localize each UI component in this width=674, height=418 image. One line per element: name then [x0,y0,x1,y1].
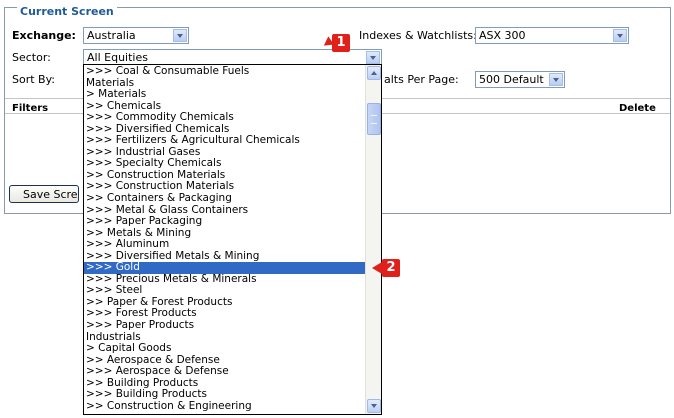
sort-label: Sort By: [12,73,56,86]
sector-value: All Equities [87,51,148,64]
chevron-down-icon[interactable] [173,29,187,42]
results-per-page-label: alts Per Page: [384,73,459,86]
dropdown-option[interactable]: > Materials [84,89,365,101]
chevron-down-icon[interactable] [366,51,380,64]
scroll-thumb[interactable] [367,103,381,135]
dropdown-option[interactable]: >> Containers & Packaging [84,192,365,205]
callout-badge-2: 2 [382,259,400,277]
exchange-select[interactable]: Australia [83,27,189,44]
indexes-value: ASX 300 [479,29,526,42]
dropdown-option[interactable]: >>> Commodity Chemicals [84,112,365,124]
callout-badge-1: 1 [332,34,350,52]
save-screen-label: Save Screen [23,188,78,201]
results-per-page-value: 500 Default [479,73,544,86]
dropdown-scrollbar[interactable] [365,65,381,414]
exchange-label: Exchange: [12,29,76,42]
indexes-label: Indexes & Watchlists: [359,29,477,42]
save-screen-button[interactable]: Save Screen [9,185,79,203]
dropdown-option[interactable]: >> Construction & Engineering [84,400,365,413]
sector-dropdown-list[interactable]: >>> Coal & Consumable Fuels Materials > Ma… [83,64,382,415]
filters-label: Filters [12,103,49,114]
chevron-down-icon[interactable] [613,29,627,42]
dropdown-option[interactable]: >>> Coal & Consumable Fuels [84,65,365,78]
delete-label: Delete [619,103,656,114]
results-per-page-select[interactable]: 500 Default [475,71,565,88]
scroll-down-icon[interactable] [367,399,381,413]
callout-arrow-icon [372,262,382,274]
sector-label: Sector: [12,51,51,64]
dropdown-option[interactable]: >>> Paper Packaging [84,216,365,228]
scroll-up-icon[interactable] [367,66,381,80]
exchange-value: Australia [87,29,136,42]
panel-title: Current Screen [17,6,117,18]
dropdown-options: >>> Coal & Consumable Fuels Materials > Ma… [84,65,365,413]
indexes-select[interactable]: ASX 300 [475,27,629,44]
dropdown-option[interactable]: >>> Paper Products [84,319,365,332]
dropdown-option[interactable]: > Capital Goods [84,343,365,355]
chevron-down-icon[interactable] [549,73,563,86]
